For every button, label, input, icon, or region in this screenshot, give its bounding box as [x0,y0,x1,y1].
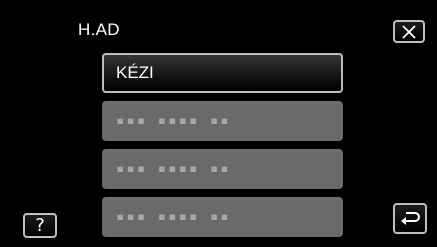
help-label: ? [35,215,45,236]
menu-item-label: ▪▪▪ ▪▪▪▪ ▪▪ [116,161,231,177]
menu-list: KÉZI ▪▪▪ ▪▪▪▪ ▪▪ ▪▪▪ ▪▪▪▪ ▪▪ ▪▪▪ ▪▪▪▪ ▪▪ [102,53,343,245]
menu-item-disabled-3: ▪▪▪ ▪▪▪▪ ▪▪ [102,197,343,237]
help-button[interactable]: ? [23,213,57,238]
menu-item-disabled-1: ▪▪▪ ▪▪▪▪ ▪▪ [102,101,343,141]
close-button[interactable] [393,20,425,43]
close-icon [402,24,416,39]
return-arrow-icon [401,211,420,225]
menu-item-label: ▪▪▪ ▪▪▪▪ ▪▪ [116,113,231,129]
menu-item-manual[interactable]: KÉZI [102,53,343,93]
page-title: H.AD [78,20,120,39]
menu-item-label: KÉZI [116,63,154,82]
menu-item-disabled-2: ▪▪▪ ▪▪▪▪ ▪▪ [102,149,343,189]
back-button[interactable] [393,203,427,234]
menu-item-label: ▪▪▪ ▪▪▪▪ ▪▪ [116,209,231,225]
